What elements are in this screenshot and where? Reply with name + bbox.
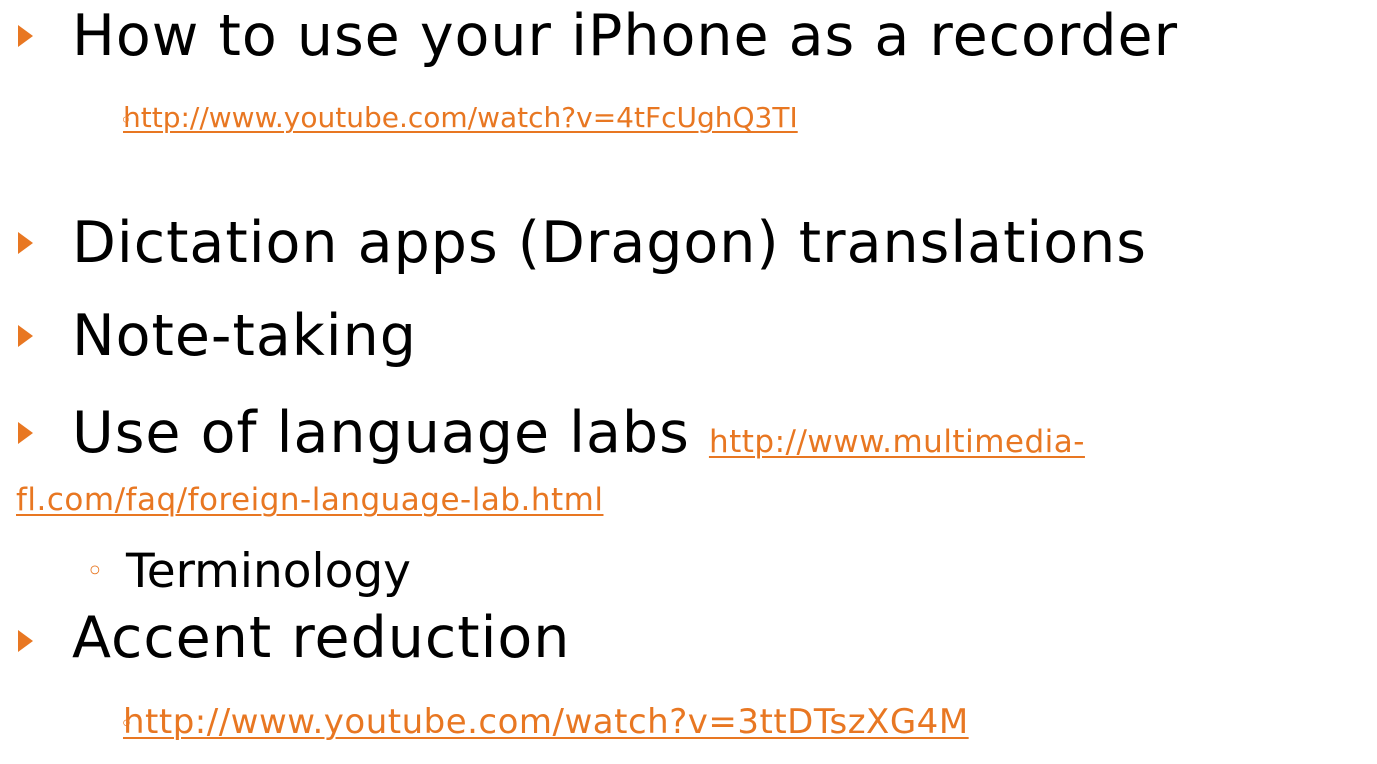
circle-bullet-icon: ◦	[86, 554, 104, 589]
bullet-item-accent-reduction: Accent reduction	[72, 605, 571, 671]
youtube-link-recorder[interactable]: http://www.youtube.com/watch?v=4tFcUghQ3…	[123, 104, 798, 132]
triangle-bullet-icon	[18, 325, 33, 347]
triangle-bullet-icon	[18, 25, 33, 47]
youtube-link-accent[interactable]: http://www.youtube.com/watch?v=3ttDTszXG…	[123, 705, 969, 739]
bullet-item-note-taking: Note-taking	[72, 303, 417, 369]
slide: How to use your iPhone as a recorder ◦ h…	[0, 0, 1377, 764]
language-labs-label: Use of language labs	[72, 400, 690, 466]
multimedia-fl-link-part2[interactable]: fl.com/faq/foreign-language-lab.html	[16, 485, 603, 516]
sub-item-terminology: Terminology	[126, 544, 411, 599]
bullet-item-language-labs: Use of language labs http://www.multimed…	[72, 405, 1085, 462]
triangle-bullet-icon	[18, 232, 33, 254]
multimedia-fl-link-part1[interactable]: http://www.multimedia-	[709, 424, 1085, 460]
bullet-item-dictation-apps: Dictation apps (Dragon) translations	[72, 210, 1147, 276]
triangle-bullet-icon	[18, 630, 33, 652]
bullet-item-iphone-recorder: How to use your iPhone as a recorder	[72, 3, 1179, 69]
triangle-bullet-icon	[18, 422, 33, 444]
